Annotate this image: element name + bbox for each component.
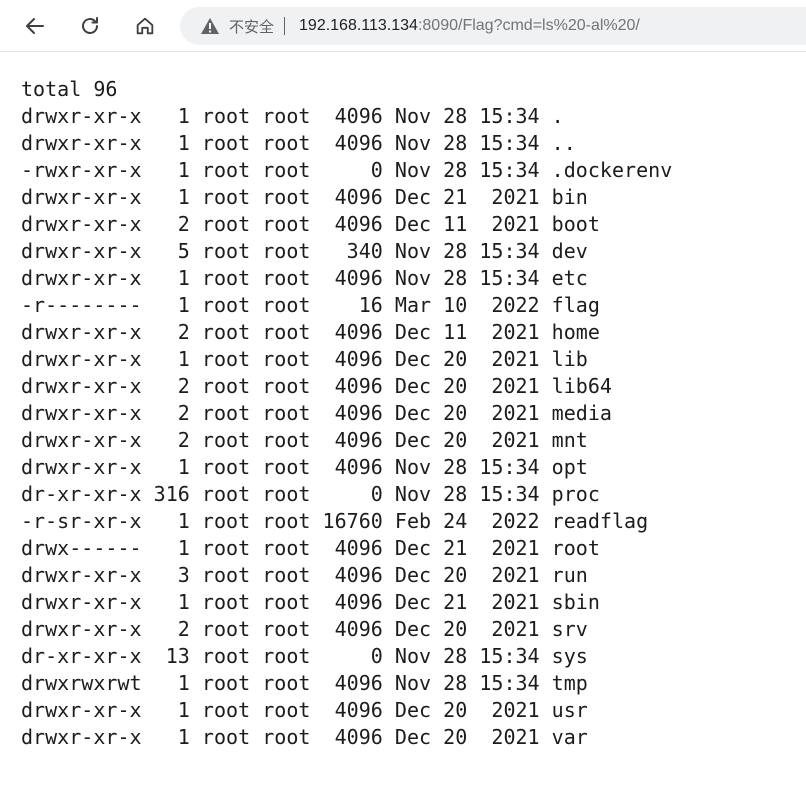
listing-line: drwxr-xr-x 1 root root 4096 Nov 28 15:34… — [21, 104, 564, 128]
listing-line: dr-xr-xr-x 316 root root 0 Nov 28 15:34 … — [21, 482, 600, 506]
warning-triangle-icon[interactable] — [200, 17, 220, 35]
listing-line: drwxr-xr-x 1 root root 4096 Nov 28 15:34… — [21, 455, 588, 479]
listing-line: drwx------ 1 root root 4096 Dec 21 2021 … — [21, 536, 600, 560]
listing-line: drwxr-xr-x 1 root root 4096 Dec 20 2021 … — [21, 725, 588, 749]
page-content: total 96 drwxr-xr-x 1 root root 4096 Nov … — [0, 52, 806, 805]
back-button[interactable] — [18, 9, 52, 43]
listing-line: drwxr-xr-x 1 root root 4096 Nov 28 15:34… — [21, 266, 588, 290]
home-button[interactable] — [128, 9, 162, 43]
address-bar[interactable]: 不安全 192.168.113.134:8090/Flag?cmd=ls%20-… — [180, 7, 806, 45]
listing-line: -rwxr-xr-x 1 root root 0 Nov 28 15:34 .d… — [21, 158, 673, 182]
listing-line: drwxr-xr-x 1 root root 4096 Dec 20 2021 … — [21, 347, 588, 371]
directory-listing: total 96 drwxr-xr-x 1 root root 4096 Nov … — [21, 76, 672, 751]
back-arrow-icon — [26, 18, 44, 34]
listing-line: drwxr-xr-x 1 root root 4096 Nov 28 15:34… — [21, 131, 576, 155]
reload-icon — [82, 17, 98, 34]
url-host: 192.168.113.134 — [299, 17, 418, 34]
url-text[interactable]: 192.168.113.134:8090/Flag?cmd=ls%20-al%2… — [299, 17, 640, 35]
listing-line: -r-sr-xr-x 1 root root 16760 Feb 24 2022… — [21, 509, 649, 533]
reload-button[interactable] — [73, 9, 107, 43]
browser-toolbar: 不安全 192.168.113.134:8090/Flag?cmd=ls%20-… — [0, 0, 806, 52]
home-icon — [136, 17, 154, 35]
listing-line: drwxr-xr-x 3 root root 4096 Dec 20 2021 … — [21, 563, 588, 587]
listing-line: dr-xr-xr-x 13 root root 0 Nov 28 15:34 s… — [21, 644, 588, 668]
listing-line: drwxr-xr-x 1 root root 4096 Dec 20 2021 … — [21, 698, 588, 722]
url-path: :8090/Flag?cmd=ls%20-al%20/ — [417, 17, 640, 34]
listing-line: drwxr-xr-x 2 root root 4096 Dec 20 2021 … — [21, 617, 588, 641]
listing-line: drwxrwxrwt 1 root root 4096 Nov 28 15:34… — [21, 671, 588, 695]
listing-line: drwxr-xr-x 2 root root 4096 Dec 11 2021 … — [21, 320, 600, 344]
listing-line: drwxr-xr-x 2 root root 4096 Dec 20 2021 … — [21, 401, 612, 425]
listing-line: drwxr-xr-x 5 root root 340 Nov 28 15:34 … — [21, 239, 588, 263]
listing-line: drwxr-xr-x 2 root root 4096 Dec 20 2021 … — [21, 428, 588, 452]
listing-line: -r-------- 1 root root 16 Mar 10 2022 fl… — [21, 293, 600, 317]
listing-total: total 96 — [21, 77, 118, 101]
listing-line: drwxr-xr-x 1 root root 4096 Dec 21 2021 … — [21, 185, 588, 209]
listing-line: drwxr-xr-x 1 root root 4096 Dec 21 2021 … — [21, 590, 600, 614]
address-separator — [284, 17, 286, 35]
security-status-label[interactable]: 不安全 — [229, 16, 274, 37]
listing-line: drwxr-xr-x 2 root root 4096 Dec 20 2021 … — [21, 374, 612, 398]
listing-line: drwxr-xr-x 2 root root 4096 Dec 11 2021 … — [21, 212, 600, 236]
